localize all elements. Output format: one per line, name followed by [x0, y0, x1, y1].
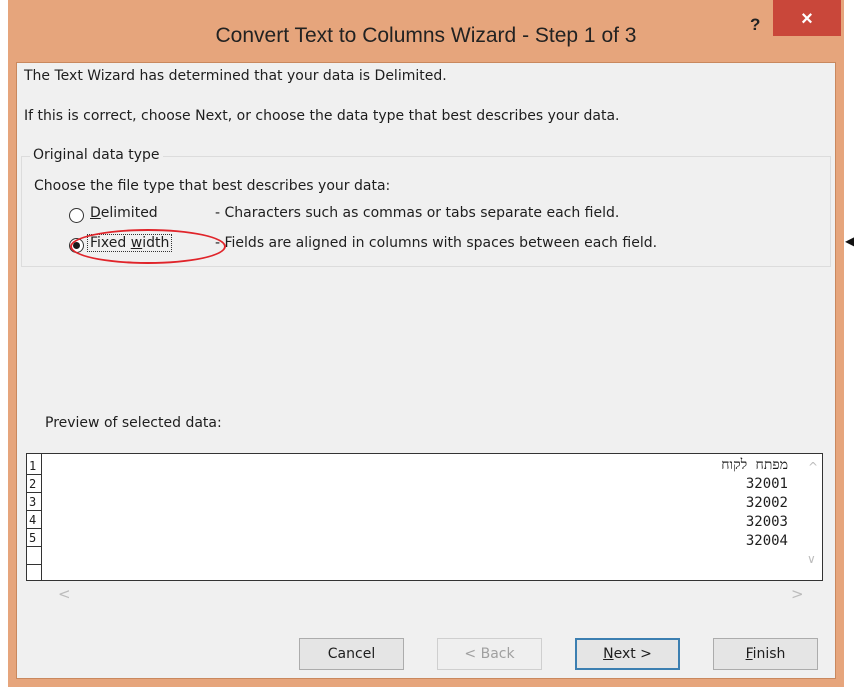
pointer-arrow-icon: ◀	[845, 234, 854, 248]
finish-button[interactable]: Finish	[713, 638, 818, 670]
option-label-initial: D	[90, 205, 101, 221]
radio-delimited[interactable]	[69, 208, 84, 223]
vertical-scrollbar[interactable]: ^ ∨	[804, 454, 822, 580]
intro-line-1: The Text Wizard has determined that your…	[24, 68, 447, 84]
scroll-up-icon[interactable]: ^	[808, 460, 818, 474]
data-preview[interactable]: 1 2 3 4 5 מפתח לקוח 32001 32002 32003 32…	[26, 453, 823, 581]
intro-line-2: If this is correct, choose Next, or choo…	[24, 108, 620, 124]
preview-cell: מפתח לקוח	[721, 457, 788, 473]
close-button[interactable]: ×	[773, 0, 841, 36]
window-title: Convert Text to Columns Wizard - Step 1 …	[215, 24, 637, 47]
scroll-right-icon[interactable]: >	[791, 585, 804, 603]
annotation-circle	[70, 229, 226, 264]
row-number: 5	[27, 529, 41, 547]
title-bar[interactable]: Convert Text to Columns Wizard - Step 1 …	[8, 0, 844, 62]
row-number: 1	[27, 457, 41, 475]
row-number-column: 1 2 3 4 5	[27, 454, 42, 580]
horizontal-scrollbar[interactable]: < >	[26, 581, 823, 605]
next-button[interactable]: Next >	[575, 638, 680, 670]
row-number	[27, 547, 41, 565]
group-legend: Original data type	[30, 147, 163, 163]
finish-label-initial: F	[745, 646, 753, 662]
row-number: 4	[27, 511, 41, 529]
next-label-initial: N	[603, 646, 614, 662]
wizard-window: Convert Text to Columns Wizard - Step 1 …	[8, 0, 844, 687]
next-label-rest: ext >	[613, 646, 652, 662]
cancel-button[interactable]: Cancel	[299, 638, 404, 670]
help-icon[interactable]: ?	[750, 15, 772, 35]
row-number: 2	[27, 475, 41, 493]
row-number: 3	[27, 493, 41, 511]
option-label-rest: elimited	[100, 205, 158, 221]
scroll-down-icon[interactable]: ∨	[807, 552, 816, 566]
preview-cell: 32004	[745, 533, 788, 549]
option-description: - Fields are aligned in columns with spa…	[215, 235, 658, 251]
dialog-body: The Text Wizard has determined that your…	[16, 62, 836, 679]
finish-label-rest: inish	[752, 646, 786, 662]
scroll-left-icon[interactable]: <	[58, 585, 71, 603]
preview-cell: 32003	[745, 514, 788, 530]
close-icon: ×	[801, 8, 813, 30]
preview-cell: 32001	[745, 476, 788, 492]
preview-cell: 32002	[745, 495, 788, 511]
file-type-prompt: Choose the file type that best describes…	[34, 178, 391, 194]
preview-label: Preview of selected data:	[45, 415, 222, 431]
option-description: - Characters such as commas or tabs sepa…	[215, 205, 620, 221]
back-button[interactable]: < Back	[437, 638, 542, 670]
